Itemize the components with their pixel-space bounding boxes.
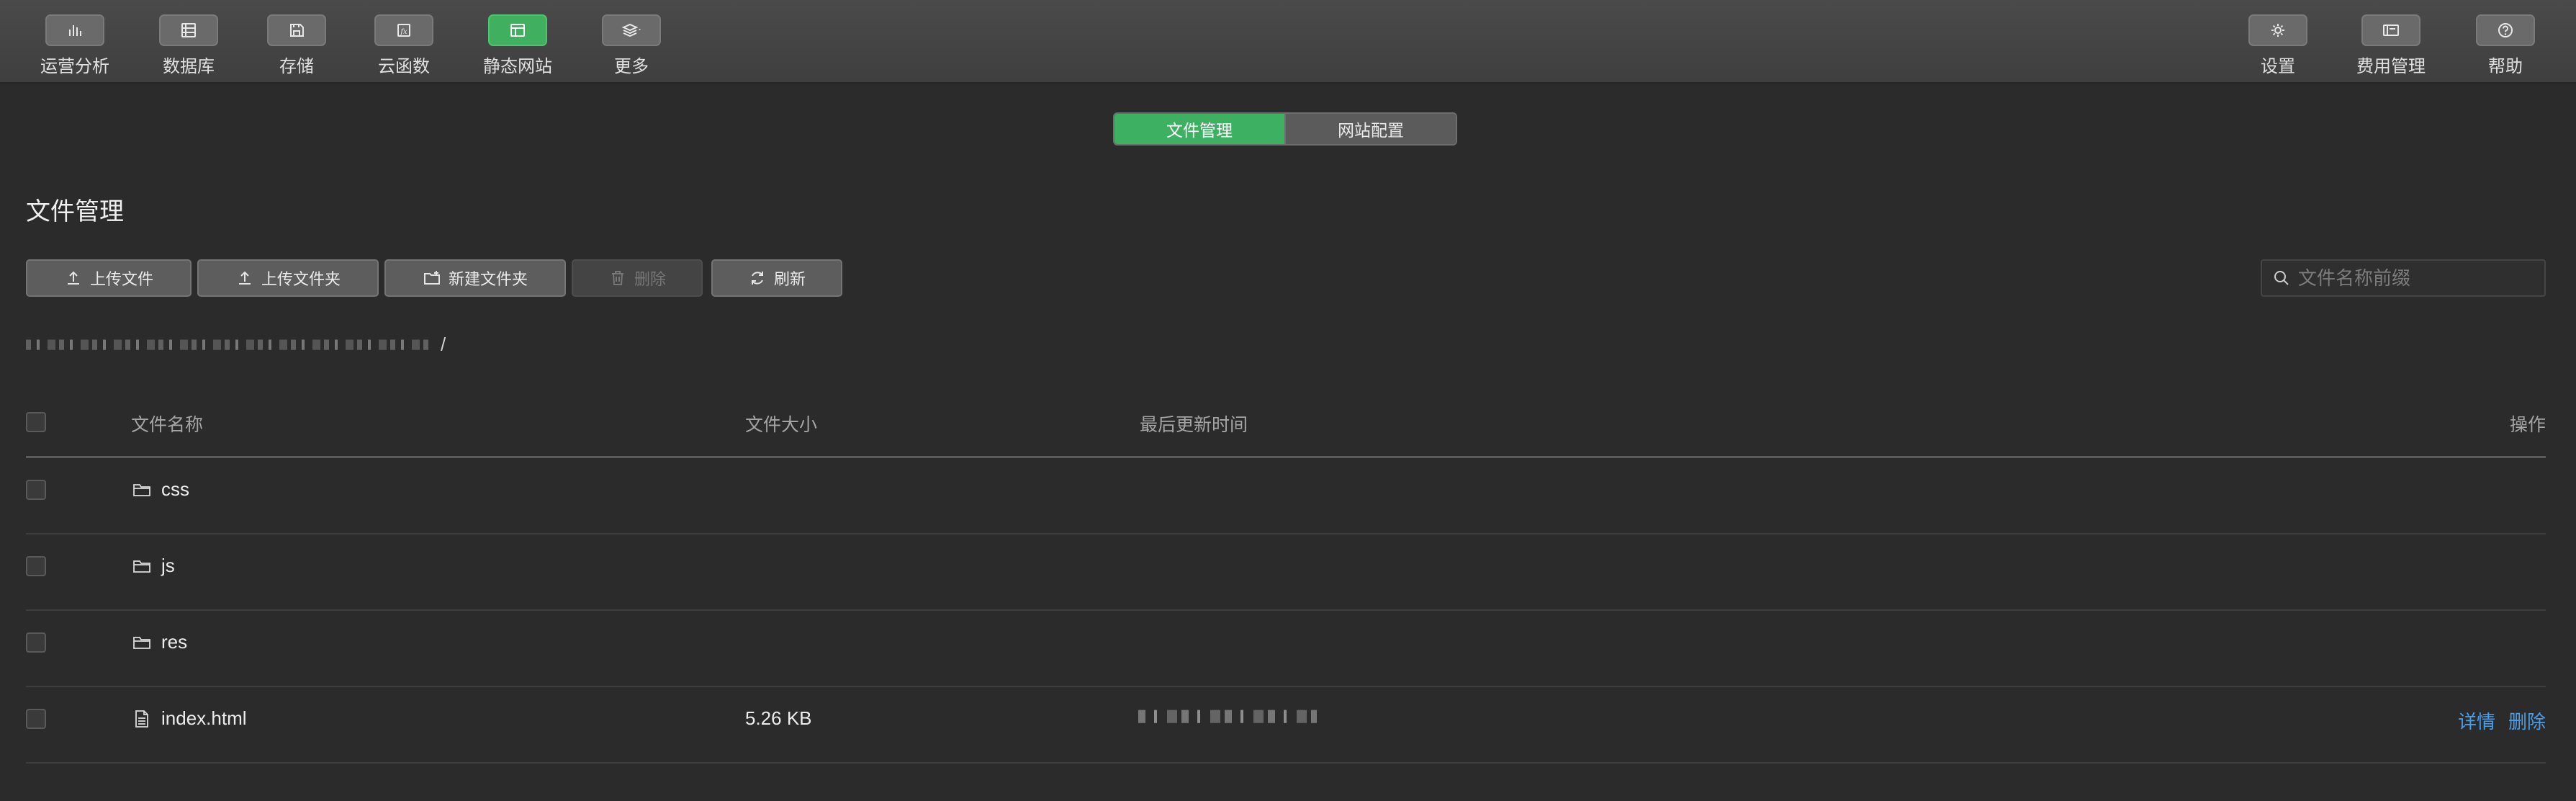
tab-website-config[interactable]: 网站配置 <box>1284 114 1456 144</box>
row-checkbox[interactable] <box>26 556 46 576</box>
trash-icon <box>611 271 623 285</box>
table-row[interactable]: res <box>26 611 2546 687</box>
upload-icon <box>67 271 79 285</box>
tab-file-management[interactable]: 文件管理 <box>1114 114 1284 144</box>
file-table: 文件名称 文件大小 最后更新时间 操作 css js res index.htm… <box>26 390 2546 764</box>
upload-file-label: 上传文件 <box>89 270 153 288</box>
new-folder-icon <box>423 271 440 285</box>
select-all-checkbox[interactable] <box>26 412 46 432</box>
bar-chart-icon <box>69 25 81 36</box>
toolbar-help[interactable]: 帮助 <box>2459 14 2552 79</box>
file-name[interactable]: js <box>161 555 175 577</box>
storage-icon <box>290 24 304 37</box>
top-toolbar: 运营分析 数据库 存储 fx 云函数 静态网站 更多 设置 费用管理 帮助 <box>0 0 2576 84</box>
row-checkbox[interactable] <box>26 480 46 500</box>
updated-time-redacted <box>1138 706 1317 726</box>
table-row[interactable]: css <box>26 458 2546 534</box>
toolbar-database[interactable]: 数据库 <box>142 14 235 79</box>
folder-icon <box>133 560 150 573</box>
search-input[interactable] <box>2298 267 2536 290</box>
details-link[interactable]: 详情 <box>2458 707 2495 734</box>
row-checkbox[interactable] <box>26 632 46 653</box>
toolbar-label: 设置 <box>2261 57 2295 76</box>
database-button[interactable] <box>159 14 218 46</box>
gear-icon <box>2271 24 2284 37</box>
database-icon <box>181 23 196 37</box>
toolbar-label: 运营分析 <box>40 57 109 76</box>
toolbar-more[interactable]: 更多 <box>585 14 678 79</box>
table-header: 文件名称 文件大小 最后更新时间 操作 <box>26 390 2546 458</box>
static-website-button[interactable] <box>488 14 547 46</box>
storage-button[interactable] <box>267 14 326 46</box>
search-box[interactable] <box>2261 259 2546 297</box>
toolbar-billing[interactable]: 费用管理 <box>2344 14 2438 79</box>
billing-button[interactable] <box>2361 14 2420 46</box>
new-folder-label: 新建文件夹 <box>448 270 528 288</box>
toolbar-label: 费用管理 <box>2356 57 2426 76</box>
toolbar-analytics[interactable]: 运营分析 <box>28 14 122 79</box>
new-folder-button[interactable]: 新建文件夹 <box>384 259 566 297</box>
redacted-path[interactable] <box>26 339 433 350</box>
delete-button[interactable]: 删除 <box>572 259 703 297</box>
toolbar-label: 帮助 <box>2488 57 2523 76</box>
toolbar-storage[interactable]: 存储 <box>250 14 343 79</box>
toolbar-label: 更多 <box>614 57 649 76</box>
cloud-function-button[interactable]: fx <box>374 14 433 46</box>
page-tabs: 文件管理 网站配置 <box>1113 112 1457 146</box>
delete-label: 删除 <box>634 270 666 288</box>
upload-file-button[interactable]: 上传文件 <box>26 259 192 297</box>
upload-icon <box>238 271 251 285</box>
file-name-cell[interactable]: res <box>131 631 187 653</box>
analytics-button[interactable] <box>45 14 104 46</box>
toolbar-cloud-function[interactable]: fx 云函数 <box>357 14 451 79</box>
row-actions: 详情 删除 <box>2458 707 2546 734</box>
file-name[interactable]: res <box>161 631 187 653</box>
delete-link[interactable]: 删除 <box>2508 707 2546 734</box>
refresh-label: 刷新 <box>773 270 806 288</box>
row-checkbox[interactable] <box>26 709 46 729</box>
column-header-name: 文件名称 <box>131 415 204 435</box>
folder-icon <box>133 636 150 649</box>
breadcrumb-separator: / <box>441 333 446 355</box>
toolbar-label: 存储 <box>279 57 314 76</box>
toolbar-static-website[interactable]: 静态网站 <box>471 14 564 79</box>
column-header-updated: 最后更新时间 <box>1140 415 1248 435</box>
settings-button[interactable] <box>2248 14 2307 46</box>
file-name-cell[interactable]: index.html <box>131 707 247 730</box>
table-row[interactable]: index.html 5.26 KB 详情 删除 <box>26 687 2546 764</box>
toolbar-settings[interactable]: 设置 <box>2231 14 2325 79</box>
upload-folder-button[interactable]: 上传文件夹 <box>197 259 379 297</box>
file-icon <box>135 710 148 728</box>
toolbar-label: 静态网站 <box>483 57 552 76</box>
column-header-actions: 操作 <box>2509 415 2546 435</box>
billing-icon <box>2383 24 2399 36</box>
help-icon <box>2498 23 2513 37</box>
help-button[interactable] <box>2476 14 2535 46</box>
breadcrumb: / <box>26 333 446 356</box>
refresh-icon <box>751 272 763 285</box>
cloud-function-icon: fx <box>397 24 410 37</box>
file-size: 5.26 KB <box>745 707 812 729</box>
column-header-size: 文件大小 <box>745 415 818 435</box>
search-icon <box>2274 271 2289 285</box>
svg-text:fx: fx <box>400 28 407 36</box>
layers-icon <box>621 23 641 37</box>
table-row[interactable]: js <box>26 534 2546 611</box>
file-name[interactable]: index.html <box>161 707 247 730</box>
refresh-button[interactable]: 刷新 <box>711 259 842 297</box>
file-name[interactable]: css <box>161 478 189 501</box>
page-title: 文件管理 <box>26 198 124 225</box>
file-name-cell[interactable]: css <box>131 478 189 501</box>
file-name-cell[interactable]: js <box>131 555 175 577</box>
folder-icon <box>133 483 150 496</box>
static-website-icon <box>510 24 525 37</box>
more-button[interactable] <box>602 14 661 46</box>
toolbar-label: 云函数 <box>378 57 430 76</box>
upload-folder-label: 上传文件夹 <box>261 270 341 288</box>
redacted-timestamp <box>1138 710 1317 723</box>
toolbar-label: 数据库 <box>163 57 215 76</box>
